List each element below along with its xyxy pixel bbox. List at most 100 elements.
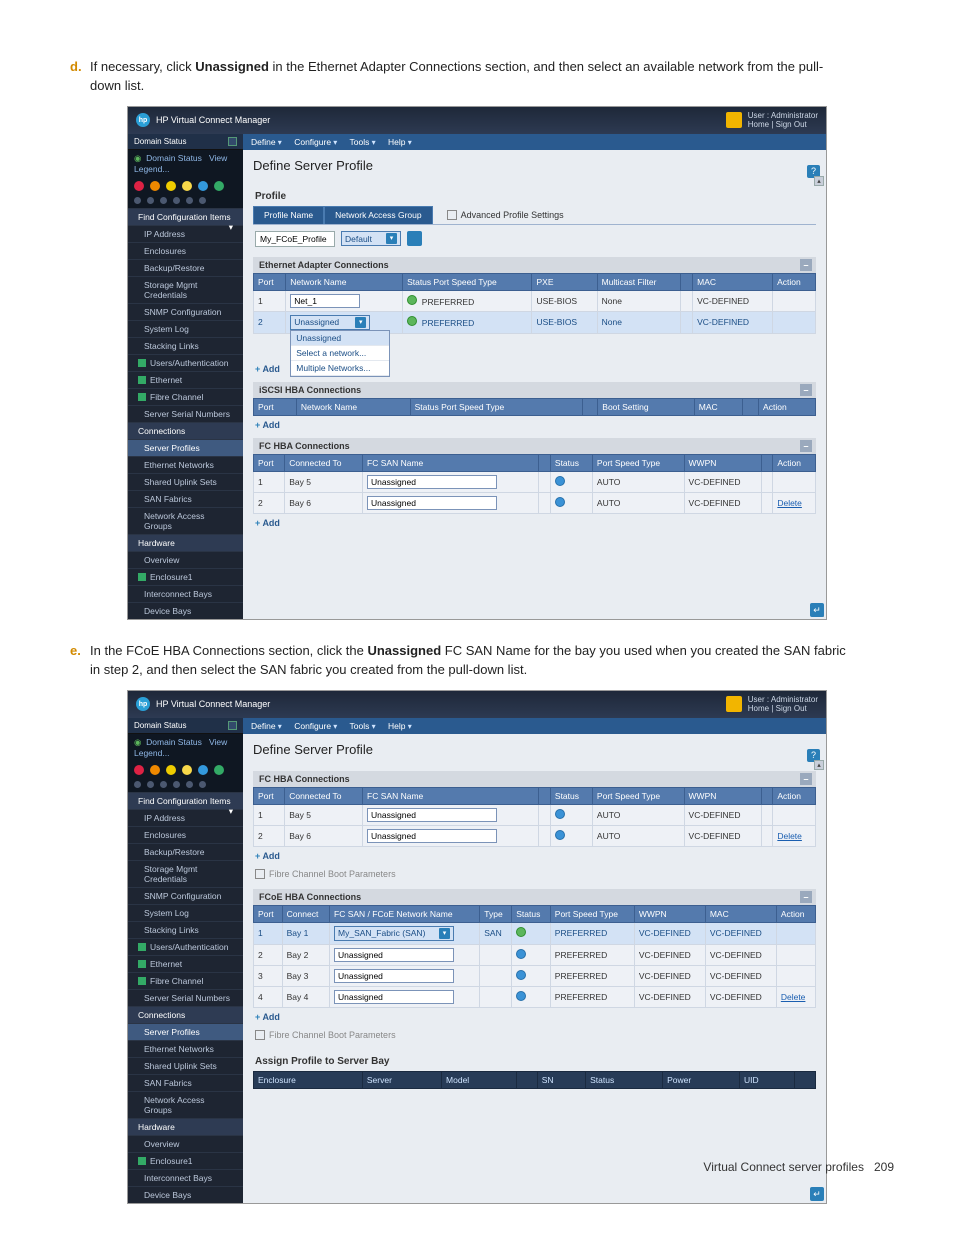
menu-help[interactable]: Help [388,721,412,731]
sidebar-item-sanfab[interactable]: SAN Fabrics [128,1074,243,1091]
fcoe-name-dropdown-1[interactable]: My_SAN_Fabric (SAN)▾ [334,926,454,941]
critical-icon[interactable] [134,765,144,775]
scroll-up-icon[interactable]: ▴ [814,176,824,186]
ok-icon[interactable] [214,181,224,191]
nag-action-button[interactable] [407,231,422,246]
profile-name-input[interactable] [255,231,335,247]
sidebar-connections-header[interactable]: Connections [128,1006,243,1023]
eth-net-dropdown[interactable]: Unassigned▾ [290,315,370,330]
sidebar-item-intercon[interactable]: Interconnect Bays [128,585,243,602]
advanced-profile-checkbox[interactable]: Advanced Profile Settings [445,206,566,224]
fc-name-input-2[interactable] [367,496,497,510]
iscsi-add-link[interactable]: Add [253,416,282,434]
menu-tools[interactable]: Tools [350,137,376,147]
sidebar-item-ip[interactable]: IP Address [128,809,243,826]
sidebar-item-syslog[interactable]: System Log [128,320,243,337]
sidebar-hardware-header[interactable]: Hardware [128,534,243,551]
fcoe-fibre-params-checkbox[interactable]: Fibre Channel Boot Parameters [253,1026,816,1044]
fcoe-add-link[interactable]: Add [253,1008,282,1026]
sidebar-item-enclosures[interactable]: Enclosures [128,242,243,259]
sidebar-item-syslog[interactable]: System Log [128,904,243,921]
eth-net-input-1[interactable] [290,294,360,308]
collapse-icon[interactable]: – [800,440,812,452]
sidebar-item-sus[interactable]: Shared Uplink Sets [128,1057,243,1074]
sidebar-item-snmp[interactable]: SNMP Configuration [128,887,243,904]
domain-status-link[interactable]: Domain Status [146,737,202,747]
minor-icon[interactable] [166,181,176,191]
sidebar-item-enclosure1[interactable]: Enclosure1 [128,1152,243,1169]
fcoe-name-3[interactable] [334,969,454,983]
sidebar-connections-header[interactable]: Connections [128,422,243,439]
eth-row-1[interactable]: 1 PREFERRED USE-BIOS None VC-DEFINED [254,290,816,311]
fcoe-row-2[interactable]: 2Bay 2 PREFERREDVC-DEFINEDVC-DEFINED [254,944,816,965]
find-config-header[interactable]: Find Configuration Items ▾ [128,792,243,809]
menu-configure[interactable]: Configure [294,137,337,147]
fcoe-row-1[interactable]: 1Bay 1 My_SAN_Fabric (SAN)▾ SAN PREFERRE… [254,922,816,944]
home-signout-links[interactable]: Home | Sign Out [748,704,818,714]
sidebar-item-devbays[interactable]: Device Bays [128,602,243,619]
sidebar-item-users[interactable]: Users/Authentication [128,938,243,955]
sidebar-item-serial[interactable]: Server Serial Numbers [128,989,243,1006]
fc-delete-link[interactable]: Delete [777,498,802,508]
sidebar-item-ip[interactable]: IP Address [128,225,243,242]
fc-row-2[interactable]: 2Bay 6 AUTOVC-DEFINED Delete [254,492,816,513]
fcoe-row-4[interactable]: 4Bay 4 PREFERREDVC-DEFINEDVC-DEFINED Del… [254,986,816,1007]
fcoe-name-2[interactable] [334,948,454,962]
sidebar-item-server-profiles[interactable]: Server Profiles [128,439,243,456]
apply-button[interactable]: ↵ [810,603,824,617]
sidebar-item-nag[interactable]: Network Access Groups [128,507,243,534]
sidebar-item-ethnet[interactable]: Ethernet Networks [128,456,243,473]
sidebar-item-ethnet[interactable]: Ethernet Networks [128,1040,243,1057]
sidebar-item-storage[interactable]: Storage Mgmt Credentials [128,276,243,303]
find-config-header[interactable]: Find Configuration Items ▾ [128,208,243,225]
sidebar-item-backup[interactable]: Backup/Restore [128,843,243,860]
domain-status-link[interactable]: Domain Status [146,153,202,163]
sidebar-item-eth[interactable]: Ethernet [128,371,243,388]
sidebar-item-overview[interactable]: Overview [128,551,243,568]
fc-name-input-1[interactable] [367,475,497,489]
sidebar-item-server-profiles[interactable]: Server Profiles [128,1023,243,1040]
fc2-row-2[interactable]: 2Bay 6 AUTOVC-DEFINED Delete [254,825,816,846]
collapse-icon[interactable] [228,137,237,146]
sidebar-item-sanfab[interactable]: SAN Fabrics [128,490,243,507]
sidebar-item-serial[interactable]: Server Serial Numbers [128,405,243,422]
sidebar-item-stacking[interactable]: Stacking Links [128,921,243,938]
warning-small-icon[interactable] [182,181,192,191]
minor-icon[interactable] [166,765,176,775]
fcoe-delete-link[interactable]: Delete [781,992,806,1002]
dd-option-select[interactable]: Select a network... [291,346,389,361]
collapse-icon[interactable]: – [800,773,812,785]
fcoe-row-3[interactable]: 3Bay 3 PREFERREDVC-DEFINEDVC-DEFINED [254,965,816,986]
sidebar-item-sus[interactable]: Shared Uplink Sets [128,473,243,490]
major-icon[interactable] [150,765,160,775]
sidebar-item-stacking[interactable]: Stacking Links [128,337,243,354]
fcoe-name-4[interactable] [334,990,454,1004]
info-icon[interactable] [198,765,208,775]
critical-icon[interactable] [134,181,144,191]
collapse-icon[interactable]: – [800,259,812,271]
fc-row-1[interactable]: 1Bay 5 AUTOVC-DEFINED [254,471,816,492]
menu-help[interactable]: Help [388,137,412,147]
collapse-icon[interactable]: – [800,891,812,903]
tab-nag[interactable]: Network Access Group [324,206,432,224]
menu-tools[interactable]: Tools [350,721,376,731]
sidebar-item-overview[interactable]: Overview [128,1135,243,1152]
sidebar-item-fc[interactable]: Fibre Channel [128,388,243,405]
dd-option-unassigned[interactable]: Unassigned [291,331,389,346]
sidebar-item-fc[interactable]: Fibre Channel [128,972,243,989]
sidebar-item-eth[interactable]: Ethernet [128,955,243,972]
fc2-fibre-params-checkbox[interactable]: Fibre Channel Boot Parameters [253,865,816,883]
nag-select[interactable]: Default▾ [341,231,401,246]
eth-add-link[interactable]: Add [253,360,282,378]
fc2-delete-link[interactable]: Delete [777,831,802,841]
sidebar-item-intercon[interactable]: Interconnect Bays [128,1169,243,1186]
collapse-icon[interactable]: – [800,384,812,396]
sidebar-item-users[interactable]: Users/Authentication [128,354,243,371]
sidebar-item-enclosures[interactable]: Enclosures [128,826,243,843]
sidebar-item-storage[interactable]: Storage Mgmt Credentials [128,860,243,887]
tab-profile-name[interactable]: Profile Name [253,206,324,224]
fc2-row-1[interactable]: 1Bay 5 AUTOVC-DEFINED [254,804,816,825]
eth-row-2[interactable]: 2 Unassigned▾ Unassigned Select a networ… [254,311,816,333]
fc2-name-1[interactable] [367,808,497,822]
sidebar-hardware-header[interactable]: Hardware [128,1118,243,1135]
